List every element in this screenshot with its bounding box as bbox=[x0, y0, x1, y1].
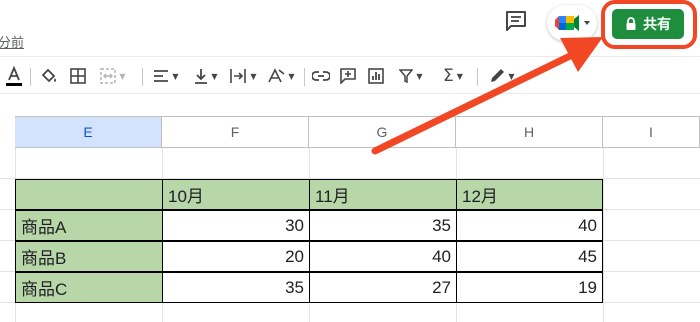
annotation-arrow bbox=[371, 37, 603, 155]
